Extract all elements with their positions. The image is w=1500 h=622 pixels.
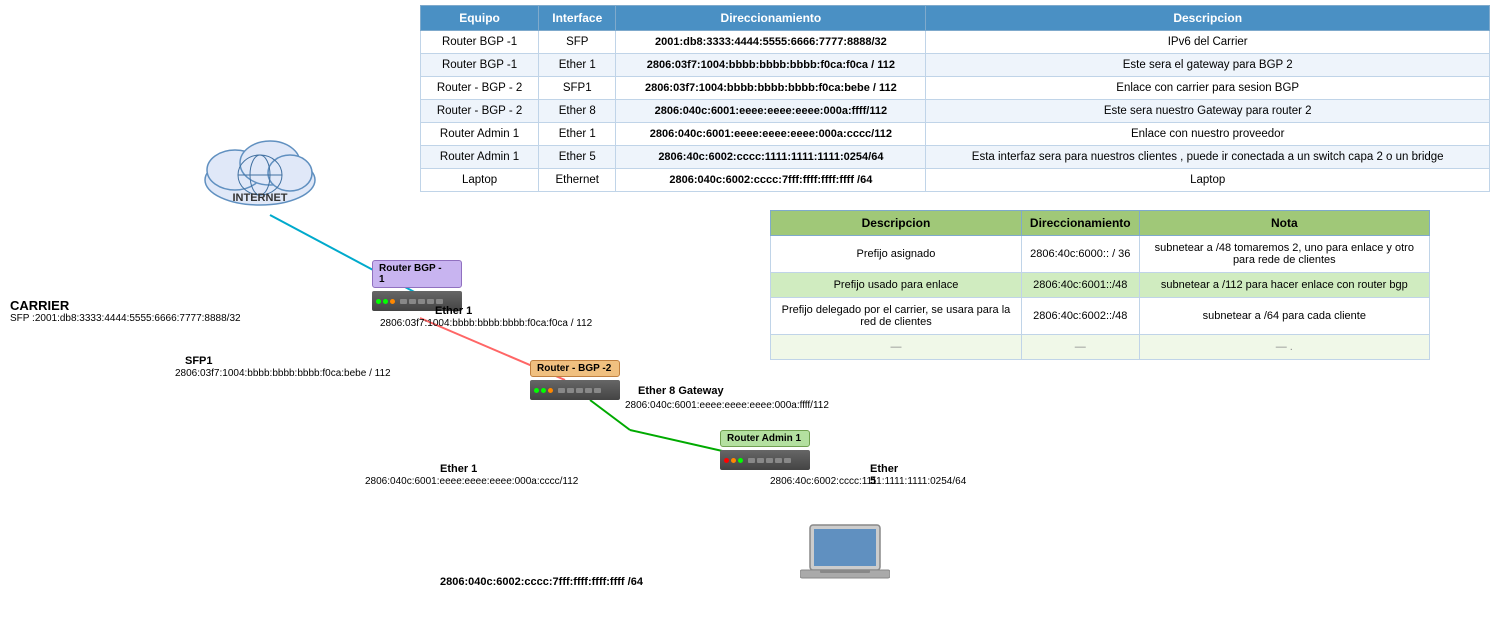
second-table-cell-nota: subnetear a /112 para hacer enlace con r… (1139, 273, 1429, 298)
table-cell-descripcion: Este sera el gateway para BGP 2 (926, 54, 1490, 77)
table-cell-descripcion: Enlace con nuestro proveedor (926, 123, 1490, 146)
second-table-cell-nota: subnetear a /64 para cada cliente (1139, 298, 1429, 335)
bgp2-ether8-ip: 2806:040c:6001:eeee:eeee:eeee:000a:ffff/… (625, 400, 829, 411)
col2-header-descripcion: Descripcion (771, 211, 1022, 236)
second-table-section: Descripcion Direccionamiento Nota Prefij… (770, 210, 1430, 360)
second-table-cell-descripcion: — (771, 335, 1022, 360)
col2-header-direccionamiento: Direccionamiento (1021, 211, 1139, 236)
laptop-svg (800, 520, 890, 590)
admin1-ether1-label: Ether 1 (440, 463, 477, 475)
second-table-cell-descripcion: Prefijo delegado por el carrier, se usar… (771, 298, 1022, 335)
diagram-section: INTERNET CARRIER SFP :2001:db8:3333:4444… (0, 0, 760, 622)
laptop-icon (800, 520, 890, 593)
router-bgp2: Router - BGP -2 (530, 360, 620, 400)
carrier-label: CARRIER SFP :2001:db8:3333:4444:5555:666… (10, 298, 241, 324)
table-cell-descripcion: IPv6 del Carrier (926, 31, 1490, 54)
second-table-cell-nota: subnetear a /48 tomaremos 2, uno para en… (1139, 236, 1429, 273)
second-table: Descripcion Direccionamiento Nota Prefij… (770, 210, 1430, 360)
second-table-cell-direccionamiento: — (1021, 335, 1139, 360)
second-table-cell-descripcion: Prefijo usado para enlace (771, 273, 1022, 298)
second-table-cell-descripcion: Prefijo asignado (771, 236, 1022, 273)
internet-cloud: INTERNET (195, 125, 325, 213)
second-table-cell-direccionamiento: 2806:40c:6001::/48 (1021, 273, 1139, 298)
laptop-ip-label: 2806:040c:6002:cccc:7fff:ffff:ffff:ffff … (440, 576, 643, 588)
second-table-cell-direccionamiento: 2806:40c:6002::/48 (1021, 298, 1139, 335)
col2-header-nota: Nota (1139, 211, 1429, 236)
router-admin1-label: Router Admin 1 (720, 430, 810, 447)
bgp2-ether8-label: Ether 8 Gateway (638, 385, 724, 397)
router-bgp1-label: Router BGP -1 (372, 260, 462, 288)
router-bgp2-label: Router - BGP -2 (530, 360, 620, 377)
router-admin1: Router Admin 1 (720, 430, 810, 470)
table-row: Prefijo usado para enlace2806:40c:6001::… (771, 273, 1430, 298)
cloud-svg: INTERNET (195, 125, 325, 210)
table-row: Prefijo delegado por el carrier, se usar… (771, 298, 1430, 335)
col-header-descripcion: Descripcion (926, 6, 1490, 31)
admin1-ether1-ip: 2806:040c:6001:eeee:eeee:eeee:000a:cccc/… (365, 476, 578, 487)
second-table-cell-direccionamiento: 2806:40c:6000:: / 36 (1021, 236, 1139, 273)
second-table-cell-nota: — . (1139, 335, 1429, 360)
table-row: ——— . (771, 335, 1430, 360)
table-cell-descripcion: Enlace con carrier para sesion BGP (926, 77, 1490, 100)
table-cell-descripcion: Laptop (926, 169, 1490, 192)
svg-text:INTERNET: INTERNET (233, 192, 288, 204)
table-cell-descripcion: Esta interfaz sera para nuestros cliente… (926, 146, 1490, 169)
admin1-ether5-ip: 2806:40c:6002:cccc:1111:1111:1111:0254/6… (770, 476, 966, 487)
table-cell-descripcion: Este sera nuestro Gateway para router 2 (926, 100, 1490, 123)
bgp2-sfp1-ip: 2806:03f7:1004:bbbb:bbbb:bbbb:f0ca:bebe … (175, 368, 391, 379)
table-row: Prefijo asignado2806:40c:6000:: / 36subn… (771, 236, 1430, 273)
bgp2-sfp1-label: SFP1 (185, 355, 213, 367)
bgp1-ether1-label: Ether 1 (435, 305, 472, 317)
bgp1-ether1-ip: 2806:03f7:1004:bbbb:bbbb:bbbb:f0ca:f0ca … (380, 318, 592, 329)
router-bgp1: Router BGP -1 (372, 260, 462, 311)
